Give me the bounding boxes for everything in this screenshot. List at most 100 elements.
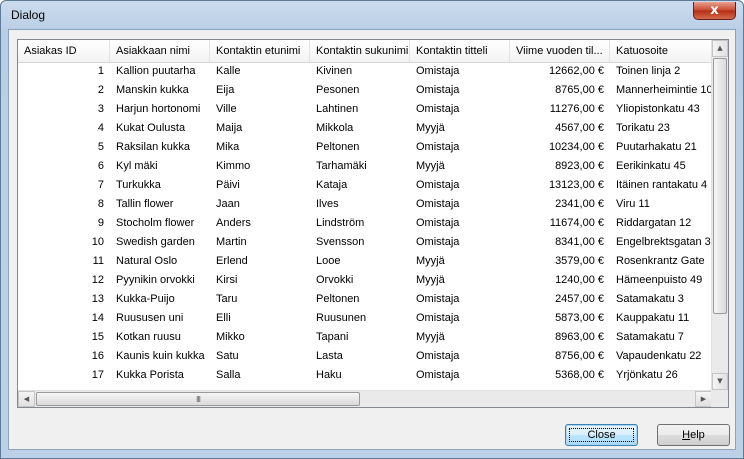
table-cell: Lasta [316, 350, 343, 362]
column-header[interactable]: Viime vuoden til... [510, 40, 610, 62]
horizontal-scroll-thumb[interactable]: III [36, 392, 360, 406]
table-cell: Myyjä [416, 331, 445, 343]
table-cell: Puutarhakatu 21 [616, 141, 697, 153]
table-row[interactable]: 10 Swedish garden Martin Svensson Omistaja 83… [18, 233, 712, 252]
table-row[interactable]: 4 Kukat Oulusta Maija Mikkola Myyjä 4567,00 €… [18, 119, 712, 138]
table-cell: Yrjönkatu 26 [616, 369, 678, 381]
window-close-button[interactable]: x [693, 2, 736, 20]
table-cell: 8341,00 € [555, 236, 604, 248]
table-cell: Ruusunen [316, 312, 367, 324]
scroll-left-button[interactable]: ◀ [18, 391, 35, 407]
table-cell: 11 [92, 255, 104, 267]
table-cell: Omistaja [416, 217, 460, 229]
table-cell: Swedish garden [116, 236, 195, 248]
table-cell: Jaan [216, 198, 240, 210]
arrow-right-icon: ▶ [700, 395, 707, 403]
table-cell: Omistaja [416, 236, 460, 248]
table-cell: 11276,00 € [549, 103, 604, 115]
table-header: Asiakas ID Asiakkaan nimi Kontaktin etunim… [18, 40, 712, 63]
table-row[interactable]: 6 Kyl mäki Kimmo Tarhamäki Myyjä 8923,00 € Eer… [18, 157, 712, 176]
column-header[interactable]: Asiakas ID [18, 40, 110, 62]
table-row[interactable]: 8 Tallin flower Jaan Ilves Omistaja 2341,00 €… [18, 195, 712, 214]
table-row[interactable]: 5 Raksilan kukka Mika Peltonen Omistaja 10234… [18, 138, 712, 157]
table-row[interactable]: 16 Kaunis kuin kukka Satu Lasta Omistaja 8756… [18, 347, 712, 366]
table-cell: Salla [216, 369, 241, 381]
table-cell: Stocholm flower [116, 217, 195, 229]
table-cell: Eija [216, 84, 235, 96]
table-row[interactable]: 9 Stocholm flower Anders Lindström Omistaja 1… [18, 214, 712, 233]
table-cell: 8 [97, 198, 104, 210]
table-cell: Pyynikin orvokki [116, 274, 195, 286]
table-cell: 5 [97, 141, 104, 153]
table-row[interactable]: 1 Kallion puutarha Kalle Kivinen Omistaja 126… [18, 62, 712, 81]
table-cell: Mikko [216, 331, 245, 343]
table-cell: 1240,00 € [555, 274, 604, 286]
table-cell: 8765,00 € [555, 84, 604, 96]
table-cell: Kauppakatu 11 [616, 312, 690, 324]
table-row[interactable]: 12 Pyynikin orvokki Kirsi Orvokki Myyjä 1240,… [18, 271, 712, 290]
table-row[interactable]: 7 Turkukka Päivi Kataja Omistaja 13123,00 € It… [18, 176, 712, 195]
table-row[interactable]: 14 Ruususen uni Elli Ruusunen Omistaja 5873,0… [18, 309, 712, 328]
vertical-scrollbar[interactable]: ▲ ▼ [711, 40, 728, 390]
scroll-right-button[interactable]: ▶ [695, 391, 712, 407]
table-cell: 5873,00 € [555, 312, 604, 324]
table-cell: Raksilan kukka [116, 141, 190, 153]
table-cell: Mannerheimintie 10 [616, 84, 712, 96]
close-button[interactable]: Close [565, 424, 638, 446]
table-cell: Myyjä [416, 255, 445, 267]
table-cell: Peltonen [316, 293, 360, 305]
column-header[interactable]: Kontaktin etunimi [210, 40, 310, 62]
table-cell: Tarhamäki [316, 160, 367, 172]
window-title: Dialog [11, 8, 46, 22]
scroll-down-button[interactable]: ▼ [712, 373, 728, 390]
vertical-scroll-thumb[interactable] [713, 58, 727, 314]
table-cell: Yliopistonkatu 43 [616, 103, 700, 115]
table-cell: Myyjä [416, 274, 445, 286]
table-cell: 2457,00 € [555, 293, 604, 305]
scroll-up-button[interactable]: ▲ [712, 40, 728, 57]
table-row[interactable]: 15 Kotkan ruusu Mikko Tapani Myyjä 8963,00 € S… [18, 328, 712, 347]
table-cell: 12 [91, 274, 104, 286]
table-cell: Satamakatu 3 [616, 293, 684, 305]
table-cell: Kirsi [216, 274, 238, 286]
table-cell: Itäinen rantakatu 4 [616, 179, 708, 191]
table-cell: 13123,00 € [548, 179, 604, 191]
help-accelerator: H [682, 429, 691, 441]
table-cell: Engelbrektsgatan 3 [616, 236, 711, 248]
table-row[interactable]: 11 Natural Oslo Erlend Looe Myyjä 3579,00 € Ro… [18, 252, 712, 271]
table-cell: 2 [97, 84, 104, 96]
table-cell: 11674,00 € [549, 217, 604, 229]
table-cell: Haku [316, 369, 342, 381]
table-row[interactable]: 2 Manskin kukka Eija Pesonen Omistaja 8765,00… [18, 81, 712, 100]
table-cell: 10234,00 € [548, 141, 604, 153]
table-cell: Manskin kukka [116, 84, 189, 96]
table-cell: Martin [216, 236, 247, 248]
table-cell: Ville [216, 103, 237, 115]
column-header[interactable]: Kontaktin titteli [410, 40, 510, 62]
table-cell: Turkukka [116, 179, 161, 191]
table-cell: Kataja [316, 179, 348, 191]
table-cell: 4567,00 € [555, 122, 604, 134]
table-cell: 15 [91, 331, 104, 343]
help-button[interactable]: Help [657, 424, 730, 446]
table-row[interactable]: 17 Kukka Porista Salla Haku Omistaja 5368,00 … [18, 366, 712, 385]
table-cell: Omistaja [416, 369, 460, 381]
help-button-label: elp [690, 429, 705, 441]
column-header[interactable]: Kontaktin sukunimi [310, 40, 410, 62]
table-cell: Lahtinen [316, 103, 359, 115]
title-bar[interactable]: Dialog x [1, 1, 743, 29]
table-cell: Taru [216, 293, 238, 305]
horizontal-scrollbar[interactable]: ◀ III ▶ [18, 390, 712, 407]
table-cell: 9 [97, 217, 104, 229]
column-header[interactable]: Asiakkaan nimi [110, 40, 210, 62]
table-row[interactable]: 13 Kukka-Puijo Taru Peltonen Omistaja 2457,00… [18, 290, 712, 309]
table-cell: Maija [216, 122, 243, 134]
column-header[interactable]: Katuosoite [610, 40, 712, 62]
table-cell: Kotkan ruusu [116, 331, 181, 343]
table-row[interactable]: 3 Harjun hortonomi Ville Lahtinen Omistaja 11… [18, 100, 712, 119]
table-cell: Myyjä [416, 160, 445, 172]
customer-table[interactable]: Asiakas ID Asiakkaan nimi Kontaktin etunim… [17, 39, 729, 408]
table-cell: Omistaja [416, 84, 460, 96]
table-cell: 8923,00 € [555, 160, 604, 172]
table-cell: 8963,00 € [555, 331, 604, 343]
